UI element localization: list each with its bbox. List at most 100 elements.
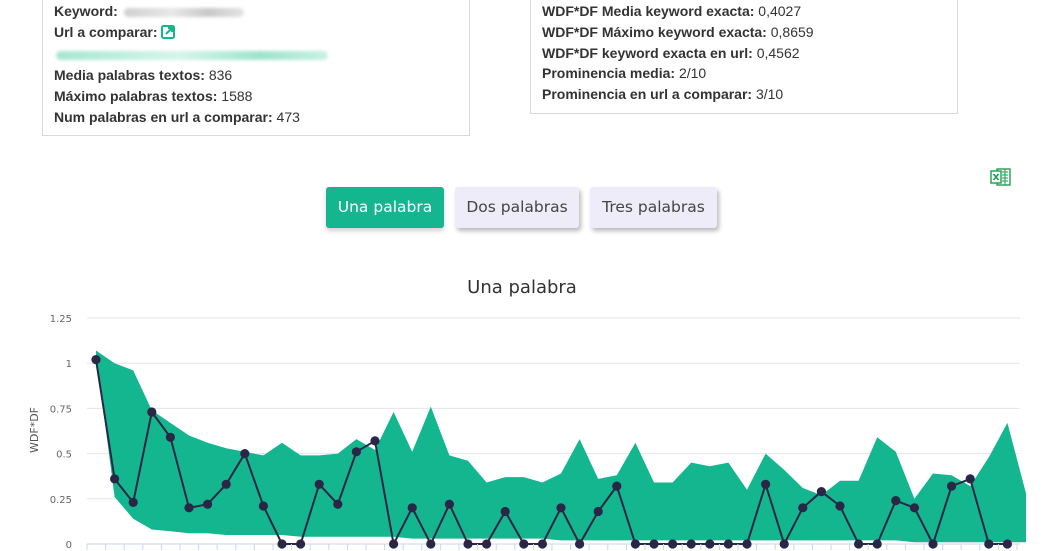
line-point: [668, 539, 678, 549]
line-point: [333, 499, 343, 509]
line-point: [965, 474, 975, 484]
prom-media-value: 2/10: [678, 65, 707, 82]
prom-url-value: 3/10: [755, 86, 784, 103]
line-point: [947, 481, 957, 491]
wdf-url-label: WDF*DF keyword exacta en url:: [542, 44, 753, 61]
tab-dos-palabras[interactable]: Dos palabras: [455, 187, 579, 228]
y-tick-label: 1: [66, 359, 72, 370]
keyword-value-redacted: [123, 7, 244, 17]
line-point: [593, 506, 603, 517]
line-point: [351, 447, 361, 457]
line-point: [1002, 539, 1013, 549]
max-label: Máximo palabras textos:: [54, 88, 218, 105]
wdf-max-label: WDF*DF Máximo keyword exacta:: [542, 23, 767, 40]
line-point: [872, 539, 882, 549]
line-point: [649, 539, 659, 549]
line-point: [742, 539, 752, 549]
prom-url-row: Prominencia en url a comparar: 3/10: [542, 84, 957, 105]
line-point: [314, 479, 324, 489]
line-point: [630, 539, 641, 549]
y-tick-label: 1.25: [50, 314, 72, 325]
line-point: [500, 506, 510, 517]
line-point: [389, 539, 399, 549]
wdf-media-label: WDF*DF Media keyword exacta:: [542, 3, 755, 19]
prom-media-row: Prominencia media: 2/10: [542, 63, 957, 84]
stats-card-left: Keyword: Url a comparar: Media palabras …: [42, 0, 470, 136]
keyword-label: Keyword:: [54, 3, 118, 19]
line-point: [556, 503, 566, 513]
line-point: [705, 539, 715, 549]
line-point: [221, 479, 231, 489]
wdf-url-row: WDF*DF keyword exacta en url: 0,4562: [542, 43, 957, 64]
chart-title: Una palabra: [467, 277, 577, 298]
num-label: Num palabras en url a comparar:: [54, 108, 273, 125]
line-point: [575, 539, 585, 549]
tab-tres-palabras[interactable]: Tres palabras: [590, 187, 717, 228]
url-label: Url a comparar:: [54, 23, 158, 40]
url-value-redacted[interactable]: [56, 51, 328, 61]
line-point: [240, 449, 250, 459]
max-row: Máximo palabras textos: 1588: [54, 86, 469, 107]
prom-url-label: Prominencia en url a comparar:: [542, 86, 753, 103]
line-point: [203, 499, 213, 509]
line-point: [519, 539, 529, 549]
line-point: [370, 436, 380, 446]
line-point: [891, 496, 901, 506]
line-point: [928, 539, 938, 549]
external-link-icon[interactable]: [161, 24, 176, 45]
media-label: Media palabras textos:: [54, 67, 205, 84]
line-point: [909, 503, 920, 513]
line-point: [835, 501, 845, 511]
line-point: [984, 539, 994, 549]
line-point: [110, 474, 120, 484]
y-tick-label: 0.25: [50, 495, 72, 506]
tab-una-palabra[interactable]: Una palabra: [326, 187, 444, 228]
line-point: [482, 539, 492, 549]
prom-media-label: Prominencia media:: [542, 65, 676, 82]
line-point: [612, 481, 622, 491]
line-point: [463, 539, 473, 549]
chart: Una palabra WDF*DF 0 0.25 0.5 0.75 1 1.25: [28, 277, 1026, 551]
line-point: [426, 539, 436, 549]
line-point: [184, 503, 194, 513]
area-series-layer: [96, 350, 1026, 543]
wdf-media-value: 0,4027: [758, 3, 802, 19]
line-point: [816, 487, 827, 497]
wdf-max-value: 0,8659: [770, 23, 814, 40]
line-point: [444, 499, 454, 509]
line-point: [165, 432, 175, 442]
y-axis-label: WDF*DF: [28, 407, 41, 453]
media-row: Media palabras textos: 836: [54, 65, 469, 86]
y-tick-label: 0: [66, 540, 72, 551]
excel-export-icon[interactable]: [990, 167, 1012, 187]
y-tick-labels: 0 0.25 0.5 0.75 1 1.25: [50, 314, 72, 551]
line-point: [798, 503, 808, 513]
line-point: [779, 539, 789, 549]
url-row: Url a comparar:: [54, 22, 469, 45]
line-point: [723, 539, 734, 549]
stats-card-right: WDF*DF Media keyword exacta: 0,4027 WDF*…: [530, 0, 958, 114]
line-point: [296, 539, 306, 549]
y-tick-label: 0.5: [56, 450, 72, 461]
url-value-row: [54, 45, 469, 66]
line-point: [686, 539, 696, 549]
line-point: [277, 539, 287, 549]
line-point: [407, 503, 417, 513]
line-point: [128, 497, 138, 507]
line-point: [147, 407, 157, 417]
area-series: [96, 350, 1026, 543]
line-point: [854, 539, 864, 549]
num-row: Num palabras en url a comparar: 473: [54, 107, 469, 128]
media-value: 836: [208, 67, 233, 84]
num-value: 473: [276, 108, 300, 125]
line-point: [91, 355, 101, 365]
keyword-row: Keyword:: [54, 1, 469, 22]
y-tick-label: 0.75: [50, 404, 72, 415]
wdf-media-row: WDF*DF Media keyword exacta: 0,4027: [542, 1, 957, 22]
max-value: 1588: [221, 88, 253, 105]
wdf-url-value: 0,4562: [756, 44, 800, 61]
line-point: [761, 479, 771, 489]
line-point: [537, 539, 548, 549]
wdf-max-row: WDF*DF Máximo keyword exacta: 0,8659: [542, 22, 957, 43]
line-point: [258, 501, 268, 511]
